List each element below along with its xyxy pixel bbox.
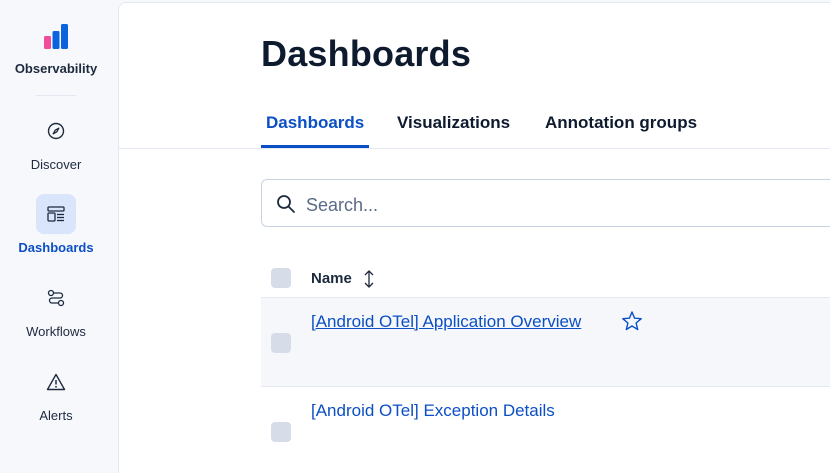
nav-icon-box: [36, 362, 76, 402]
warning-icon: [46, 373, 66, 391]
tab-label: Dashboards: [266, 113, 365, 132]
tab-label: Visualizations: [397, 113, 511, 132]
tab-dashboards[interactable]: Dashboards: [261, 113, 370, 148]
search-box[interactable]: [261, 179, 830, 227]
sidebar-item-label: Discover: [30, 157, 82, 172]
nav-icon-box: [36, 278, 76, 318]
sidebar-item-dashboards[interactable]: Dashboards: [0, 194, 112, 255]
sidebar-item-discover[interactable]: Discover: [0, 111, 112, 172]
compass-icon: [47, 122, 65, 140]
search-input[interactable]: [304, 190, 808, 220]
tabs-divider: [119, 148, 830, 149]
brand-label: Observability: [14, 61, 98, 76]
workflow-icon: [47, 289, 65, 307]
sidebar-item-alerts[interactable]: Alerts: [0, 362, 112, 423]
brand[interactable]: Observability: [0, 22, 112, 76]
star-icon[interactable]: [621, 310, 643, 332]
sort-icon[interactable]: [362, 270, 376, 288]
sidebar-divider: [36, 95, 76, 96]
nav-icon-box: [36, 111, 76, 151]
sidebar: Observability Discover Dashboards Workfl…: [0, 0, 112, 457]
select-all-checkbox[interactable]: [271, 268, 291, 288]
page-title: Dashboards: [261, 33, 472, 74]
nav-icon-box: [36, 194, 76, 234]
sidebar-item-workflows[interactable]: Workflows: [0, 278, 112, 339]
row-divider: [261, 386, 830, 387]
search-icon: [277, 195, 295, 213]
column-header-name[interactable]: Name: [311, 270, 376, 288]
dashboard-link[interactable]: [Android OTel] Application Overview: [311, 312, 581, 332]
tab-annotation-groups[interactable]: Annotation groups: [540, 113, 702, 148]
tab-visualizations[interactable]: Visualizations: [392, 113, 515, 148]
tab-label: Annotation groups: [545, 113, 698, 132]
sidebar-item-label: Alerts: [39, 408, 73, 423]
row-checkbox[interactable]: [271, 333, 291, 353]
sidebar-item-label: Workflows: [26, 324, 86, 339]
dashboard-link[interactable]: [Android OTel] Exception Details: [311, 401, 555, 421]
dashboard-icon: [47, 206, 65, 222]
observability-logo-icon: [44, 24, 68, 49]
sidebar-item-label: Dashboards: [18, 240, 94, 255]
column-header-label: Name: [311, 270, 352, 287]
main-panel: Dashboards Dashboards Visualizations Ann…: [118, 2, 830, 473]
row-checkbox[interactable]: [271, 422, 291, 442]
